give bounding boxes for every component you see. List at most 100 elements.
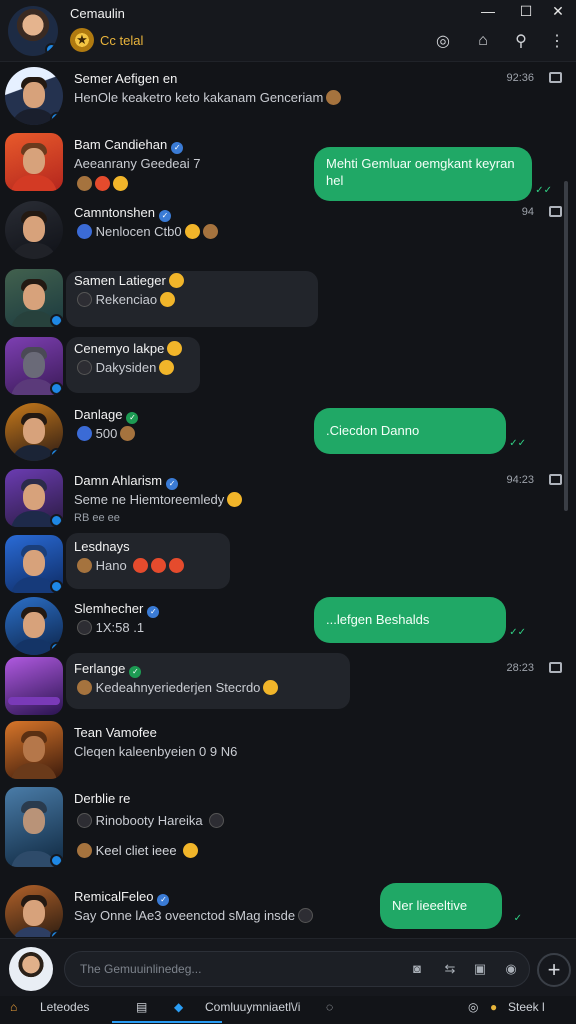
chat-avatar <box>5 885 63 937</box>
chat-preview: 500 <box>74 426 136 441</box>
chat-preview: Rekenciao <box>74 292 176 307</box>
outgoing-message[interactable]: Ner lieeeltive ✓ <box>380 883 522 929</box>
chat-avatar <box>5 597 63 655</box>
chat-name: Lesdnays <box>74 539 130 554</box>
chat-status-icon <box>549 206 562 217</box>
chat-preview: Kedeahnyeriederjen Stecrdo <box>74 680 279 695</box>
read-ticks-icon: ✓✓ <box>509 627 526 638</box>
chat-name: Camntonshen ✓ <box>74 205 171 222</box>
chat-avatar <box>5 269 63 327</box>
add-button[interactable]: + <box>537 953 571 987</box>
chat-time: 28:23 <box>506 662 534 674</box>
scrollbar[interactable] <box>564 181 568 511</box>
chat-name: Semer Aefigen en <box>74 71 178 86</box>
verified-badge-icon <box>50 930 63 937</box>
message-input[interactable]: The Gemuuinlinedeg... ◙ ⇆ ▣ ◉ <box>64 951 530 987</box>
chat-list[interactable]: Semer Aefigen en HenOle keaketro keto ka… <box>0 63 570 937</box>
chat-avatar <box>5 469 63 527</box>
message-input-placeholder: The Gemuuinlinedeg... <box>80 962 202 976</box>
bottom-right-label[interactable]: Steek l <box>508 1000 545 1014</box>
verified-icon: ✓ <box>158 210 171 222</box>
chat-preview: 1X:58 .1 <box>74 620 144 635</box>
profile-avatar[interactable] <box>8 6 58 56</box>
my-avatar[interactable] <box>9 947 53 991</box>
verified-icon: ✓ <box>171 142 184 154</box>
chat-name: Damn Ahlarism ✓ <box>74 473 179 490</box>
chat-row[interactable]: Derblie re Rinobooty Hareika Keel cliet … <box>0 783 570 873</box>
outgoing-message[interactable]: Mehti Gemluar oemgkant keyran hel ✓✓ <box>314 147 552 201</box>
minimize-button[interactable]: — <box>478 2 498 20</box>
chat-avatar <box>5 535 63 593</box>
verified-badge-icon <box>50 580 63 593</box>
status-chip[interactable]: ★ Cc telal <box>70 28 143 52</box>
chat-row[interactable]: Cenemyo lakpe Dakysiden <box>0 333 570 399</box>
outgoing-message[interactable]: ...lefgen Beshalds ✓✓ <box>314 597 526 643</box>
chat-name: Slemhecher ✓ <box>74 601 160 618</box>
menu-icon[interactable]: ⋮ <box>546 30 568 52</box>
verified-badge-icon <box>50 314 63 327</box>
verified-icon: ✓ <box>157 894 170 906</box>
chat-preview: Dakysiden <box>74 360 175 375</box>
chat-time: 94:23 <box>506 474 534 486</box>
sticker-icon[interactable]: ◙ <box>408 960 426 978</box>
chat-preview: Nenlocen Ctb0 <box>74 224 218 239</box>
outgoing-message[interactable]: .Ciecdon Danno ✓✓ <box>314 408 526 454</box>
format-icon[interactable]: ⇆ <box>441 960 459 978</box>
chat-name: Samen Latieger <box>74 273 184 288</box>
chat-preview: Hano <box>74 558 185 573</box>
chat-preview: Say Onne lAe3 oveenctod sMag insde <box>74 908 314 923</box>
maximize-button[interactable]: ☐ <box>516 2 536 20</box>
chat-preview: Rinobooty Hareika <box>74 813 225 828</box>
chat-avatar <box>5 403 63 461</box>
status-icon[interactable]: ◎ <box>432 30 454 52</box>
bottom-center-label[interactable]: Comluuymniaetl\/i <box>205 1000 300 1014</box>
emoji-icon[interactable]: ◉ <box>502 960 520 978</box>
chat-row[interactable]: Tean Vamofee Cleqen kaleenbyeien 0 9 N6 <box>0 717 570 783</box>
verified-icon: ✓ <box>147 606 160 618</box>
chat-name: Bam Candiehan ✓ <box>74 137 184 154</box>
coin-icon: ★ <box>70 28 94 52</box>
chat-extra: Keel cliet ieee <box>74 843 199 858</box>
new-chat-icon[interactable]: ⌂ <box>472 30 494 52</box>
close-button[interactable]: ✕ <box>548 2 568 20</box>
chat-row[interactable]: Semer Aefigen en HenOle keaketro keto ka… <box>0 63 570 129</box>
chat-row[interactable]: Samen Latieger Rekenciao <box>0 265 570 331</box>
chat-name: Cenemyo lakpe <box>74 341 183 356</box>
chat-preview: Aeeanrany Geedeai 7 <box>74 156 201 171</box>
chat-avatar <box>5 133 63 191</box>
media-icon[interactable]: ▣ <box>471 960 489 978</box>
chat-avatar <box>5 657 63 715</box>
message-icon[interactable]: ▤ <box>136 1000 147 1014</box>
chat-row[interactable]: Damn Ahlarism ✓ Seme ne Hiemtoreemledy RB… <box>0 465 570 531</box>
chat-avatar <box>5 67 63 125</box>
chat-name: Ferlange ✓ <box>74 661 142 678</box>
verified-badge-icon <box>45 43 58 56</box>
chat-status-icon <box>549 662 562 673</box>
chat-row[interactable]: Camntonshen ✓ Nenlocen Ctb0 94 <box>0 197 570 263</box>
settings-icon[interactable]: ◎ <box>468 1000 478 1014</box>
bottom-bar: ⌂ Leteodes ▤ ◆ Comluuymniaetl\/i ◌ ◎ ● S… <box>0 996 576 1024</box>
chat-avatar <box>5 721 63 779</box>
read-ticks-icon: ✓ <box>513 913 522 924</box>
status-chip-label: Cc telal <box>100 32 144 48</box>
coin-icon: ● <box>490 1000 498 1014</box>
chat-preview: Cleqen kaleenbyeien 0 9 N6 <box>74 744 238 759</box>
app-icon[interactable]: ◆ <box>174 1000 183 1014</box>
active-tab-indicator <box>112 1021 222 1023</box>
composer: The Gemuuinlinedeg... ◙ ⇆ ▣ ◉ + <box>0 938 576 996</box>
bottom-left-label[interactable]: Leteodes <box>40 1000 89 1014</box>
home-icon[interactable]: ⌂ <box>10 1000 17 1014</box>
chat-preview: Seme ne Hiemtoreemledy <box>74 492 243 507</box>
emoji-icon <box>326 90 342 105</box>
chat-time: 92:36 <box>506 72 534 84</box>
chat-row[interactable]: Ferlange ✓ Kedeahnyeriederjen Stecrdo 28:… <box>0 653 570 719</box>
chat-status-icon <box>549 72 562 83</box>
search-icon[interactable]: ⚲ <box>510 30 532 52</box>
verified-icon: ✓ <box>126 412 139 424</box>
chat-row[interactable]: Lesdnays Hano <box>0 531 570 597</box>
chat-name: Tean Vamofee <box>74 725 157 740</box>
chat-avatar <box>5 337 63 395</box>
sync-icon[interactable]: ◌ <box>326 1000 333 1014</box>
chat-avatar <box>5 787 63 867</box>
chat-time: 94 <box>521 206 534 218</box>
